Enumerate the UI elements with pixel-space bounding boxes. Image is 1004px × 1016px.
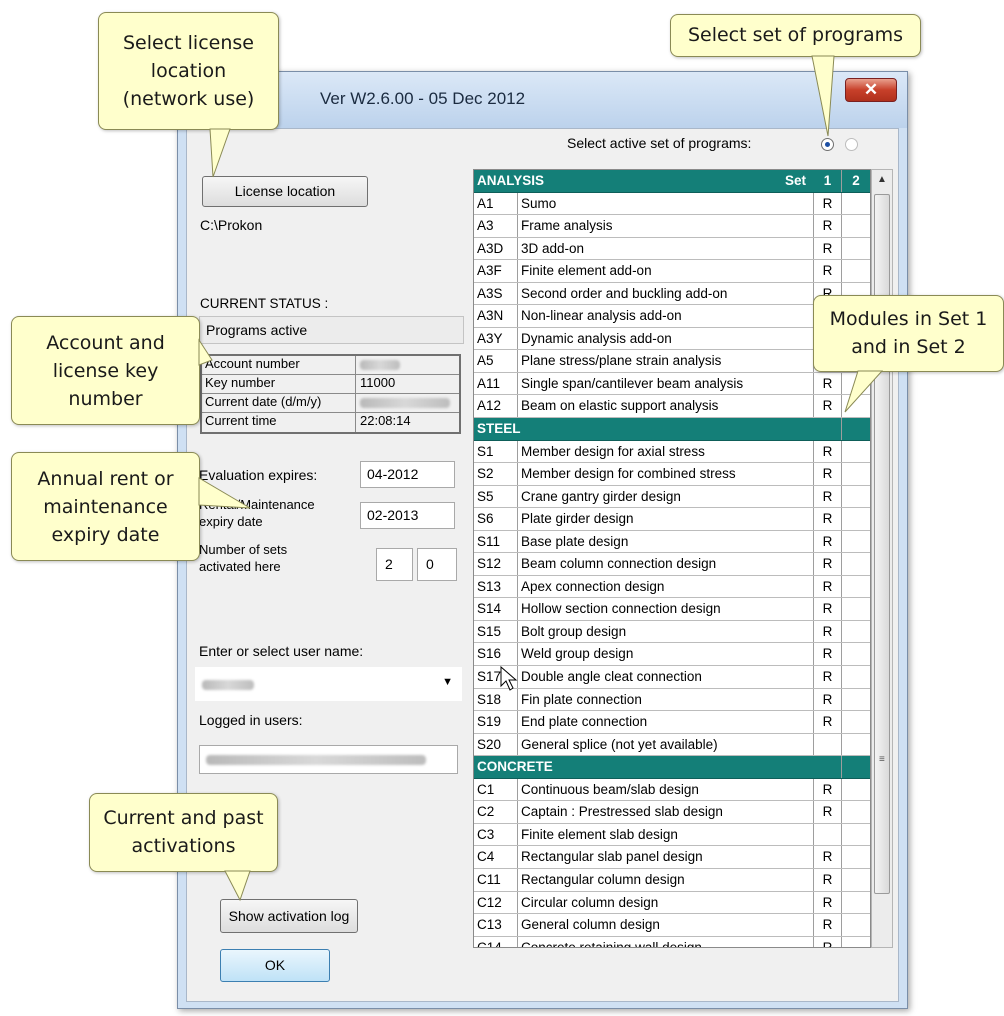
pointer-activations <box>224 870 251 902</box>
pointer-modules <box>844 370 884 413</box>
callout-pointers <box>198 55 884 902</box>
pointer-account <box>198 338 213 366</box>
pointer-set <box>811 55 835 137</box>
pointer-license <box>209 128 231 178</box>
pointer-rent <box>198 477 251 509</box>
mouse-cursor-icon <box>500 666 518 691</box>
